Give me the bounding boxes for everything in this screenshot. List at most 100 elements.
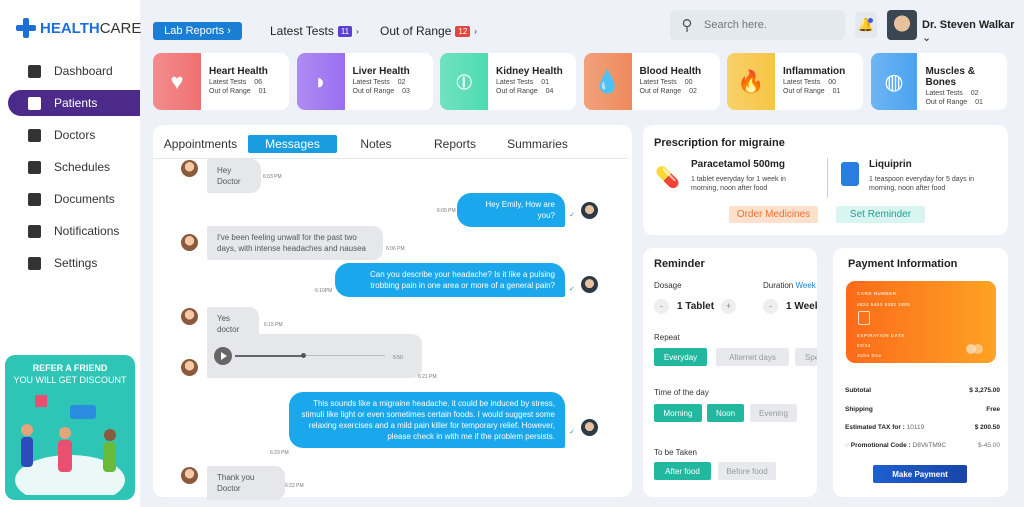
medical-cross-icon [16, 18, 36, 38]
category-card[interactable]: 🔥 Inflammation Latest Tests 00 Out of Range 0… [727, 53, 863, 110]
duration-decrease-button[interactable]: - [763, 299, 778, 314]
latest-count: 00 [684, 79, 693, 86]
card-chip-icon [858, 311, 870, 325]
message-time: 6:15 PM [264, 322, 283, 328]
dosage-increase-button[interactable]: + [721, 299, 736, 314]
notification-bell-icon[interactable]: 🔔 [855, 12, 877, 38]
notifications-icon [28, 224, 41, 238]
sidebar-item-schedules[interactable]: Schedules [8, 154, 140, 180]
time-noon[interactable]: Noon [707, 404, 744, 422]
prescription-title: Prescription for migraine [654, 137, 785, 149]
set-reminder-button[interactable]: Set Reminder [836, 206, 925, 223]
logo[interactable]: HEALTH CARE [16, 18, 141, 38]
out-of-range-badge: 12 [455, 25, 471, 37]
category-name: Inflammation [783, 66, 846, 77]
category-name: Muscles & Bones [925, 66, 975, 88]
play-icon[interactable] [214, 347, 232, 365]
med-name: Paracetamol 500mg [691, 159, 785, 170]
flame-icon: 🔥 [727, 53, 775, 110]
category-card[interactable]: ⦶ Kidney Health Latest Tests 01 Out of Range… [440, 53, 576, 110]
message-time: 6:22 PM [285, 483, 304, 489]
out-of-range-link[interactable]: Out of Range 12 › [380, 24, 477, 38]
med-desc: 1 tablet everyday for 1 week in morning,… [691, 176, 786, 192]
muscle-icon: ◍ [870, 53, 918, 110]
message-time: 6:21 PM [418, 374, 437, 380]
pills-icon: 💊 [655, 167, 680, 189]
doctors-icon [28, 128, 41, 142]
people-illustration [15, 395, 125, 500]
tab-reports[interactable]: Reports [415, 135, 495, 153]
chat-message[interactable]: Hey Emily, How are you? [457, 193, 565, 227]
heart-icon: ♥ [153, 53, 201, 110]
sidebar-item-notifications[interactable]: Notifications [8, 218, 140, 244]
tab-messages[interactable]: Messages [248, 135, 337, 153]
refer-a-friend-banner[interactable]: REFER A FRIEND YOU WILL GET DISCOUNT [5, 355, 135, 500]
repeat-alternate-days[interactable]: Alternet days [716, 348, 789, 366]
sidebar-item-settings[interactable]: Settings [8, 250, 140, 276]
chat-message[interactable]: Thank you Doctor [207, 466, 285, 500]
schedules-icon [28, 160, 41, 174]
repeat-everyday[interactable]: Everyday [654, 348, 707, 366]
search-icon[interactable]: ⚲ [670, 10, 704, 40]
message-time: 6:23 PM [270, 450, 289, 456]
chat-message[interactable]: I've been feeling unwall for the past tw… [207, 226, 383, 260]
category-name: Heart Health [209, 66, 268, 77]
category-card[interactable]: ◍ Muscles & Bones Latest Tests 02 Out of Ran… [870, 53, 1007, 110]
out-count: 02 [689, 88, 697, 95]
chat-message[interactable]: Hey Doctor [207, 159, 261, 193]
duration-value: 1 Week [786, 301, 817, 312]
blood-drop-icon: 💧 [583, 53, 632, 110]
latest-tests-link[interactable]: Latest Tests 11 › [270, 24, 359, 38]
card-brand-icon [966, 344, 986, 354]
order-medicines-button[interactable]: Order Medicines [729, 206, 818, 223]
sidebar-item-patients[interactable]: Patients [8, 90, 140, 116]
lab-reports-button[interactable]: Lab Reports › [153, 22, 242, 40]
chat-message[interactable]: This sounds like a migraine headache. it… [289, 392, 565, 448]
credit-card: CARD NUMBER 4824 5403 9382 1800 EXPIRATI… [846, 281, 996, 363]
out-count: 01 [832, 88, 841, 95]
category-card[interactable]: ◗ Liver Health Latest Tests 02 Out of Range 0… [296, 53, 433, 110]
make-payment-button[interactable]: Make Payment [873, 465, 967, 483]
settings-icon [28, 256, 41, 270]
kidney-icon: ⦶ [440, 53, 488, 110]
doctor-avatar [581, 419, 598, 436]
user-avatar[interactable] [887, 10, 917, 40]
promo-radio-icon[interactable]: ○ [845, 442, 849, 449]
patients-icon [28, 96, 41, 110]
tab-appointments[interactable]: Appointments [158, 135, 243, 153]
doctor-avatar [581, 202, 598, 219]
search-bar: ⚲ [670, 10, 845, 40]
read-check-icon: ✓ [569, 212, 575, 219]
message-time: 6:03 PM [263, 174, 282, 180]
sidebar-item-documents[interactable]: Documents [8, 186, 140, 212]
audio-scrubber[interactable] [300, 353, 306, 358]
category-card[interactable]: 💧 Blood Health Latest Tests 00 Out of Range 0… [583, 53, 720, 110]
time-evening[interactable]: Evening [750, 404, 797, 422]
sidebar-item-doctors[interactable]: Doctors [8, 122, 140, 148]
patient-avatar [181, 234, 198, 251]
latest-count: 00 [828, 79, 837, 86]
time-morning[interactable]: Morning [654, 404, 702, 422]
refer-title: REFER A FRIEND [32, 363, 108, 373]
after-food[interactable]: After food [654, 462, 711, 480]
read-check-icon: ✓ [569, 286, 575, 293]
latest-count: 06 [254, 79, 263, 86]
tab-notes[interactable]: Notes [340, 135, 412, 153]
category-card[interactable]: ♥ Heart Health Latest Tests 06 Out of Range 0… [153, 53, 289, 110]
chat-message[interactable]: Can you describe your headache? Is it li… [335, 263, 565, 297]
voice-message[interactable]: 5:50 [207, 334, 422, 378]
read-check-icon: ✓ [569, 429, 575, 436]
audio-duration: 5:50 [393, 355, 403, 361]
med-desc: 1 teaspoon everyday for 5 days in mornin… [869, 176, 975, 192]
message-time: 6:06 PM [386, 246, 405, 252]
search-input[interactable] [704, 19, 834, 31]
before-food[interactable]: Before food [718, 462, 776, 480]
sidebar-item-dashboard[interactable]: Dashboard [8, 58, 140, 84]
tab-summaries[interactable]: Summaries [495, 135, 580, 153]
patient-avatar [181, 160, 198, 177]
latest-count: 02 [397, 79, 406, 86]
dosage-decrease-button[interactable]: - [654, 299, 669, 314]
user-menu[interactable]: Dr. Steven Walkar ⌄ [922, 19, 1024, 44]
repeat-specific[interactable]: Spe [795, 348, 817, 366]
out-count: 01 [258, 88, 267, 95]
